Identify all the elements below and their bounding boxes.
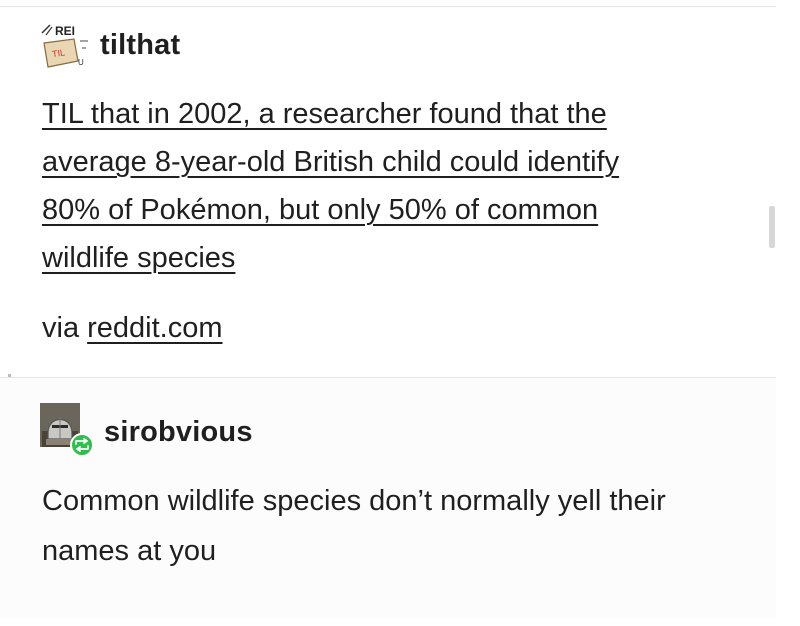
- post-divider: [0, 377, 776, 378]
- post-line[interactable]: wildlife species: [42, 234, 742, 282]
- reply-line: Common wildlife species don’t normally y…: [42, 485, 666, 517]
- svg-text:TIL: TIL: [51, 47, 65, 59]
- svg-text:REI: REI: [55, 24, 75, 38]
- post-line[interactable]: average 8-year-old British child could i…: [42, 138, 742, 186]
- reply-line: names at you: [42, 535, 217, 567]
- source-attribution: via reddit.com: [42, 308, 223, 348]
- svg-text:U: U: [78, 58, 84, 67]
- til-sign-avatar-icon[interactable]: REI TIL U: [40, 21, 92, 71]
- reply-body: Common wildlife species don’t normally y…: [42, 476, 762, 576]
- source-link[interactable]: reddit.com: [87, 312, 222, 344]
- reblog-icon: [70, 433, 94, 457]
- post-username[interactable]: tilthat: [100, 31, 180, 60]
- via-prefix: via: [42, 312, 88, 344]
- post-line[interactable]: TIL that in 2002, a researcher found tha…: [42, 90, 742, 138]
- top-divider: [0, 6, 776, 7]
- divider-dot: [8, 374, 11, 377]
- reply-username[interactable]: sirobvious: [104, 418, 253, 447]
- post-line[interactable]: 80% of Pokémon, but only 50% of common: [42, 186, 742, 234]
- knight-helmet-avatar-icon[interactable]: [40, 403, 96, 459]
- scrollbar-thumb[interactable]: [769, 206, 775, 248]
- post-body: TIL that in 2002, a researcher found tha…: [42, 90, 742, 282]
